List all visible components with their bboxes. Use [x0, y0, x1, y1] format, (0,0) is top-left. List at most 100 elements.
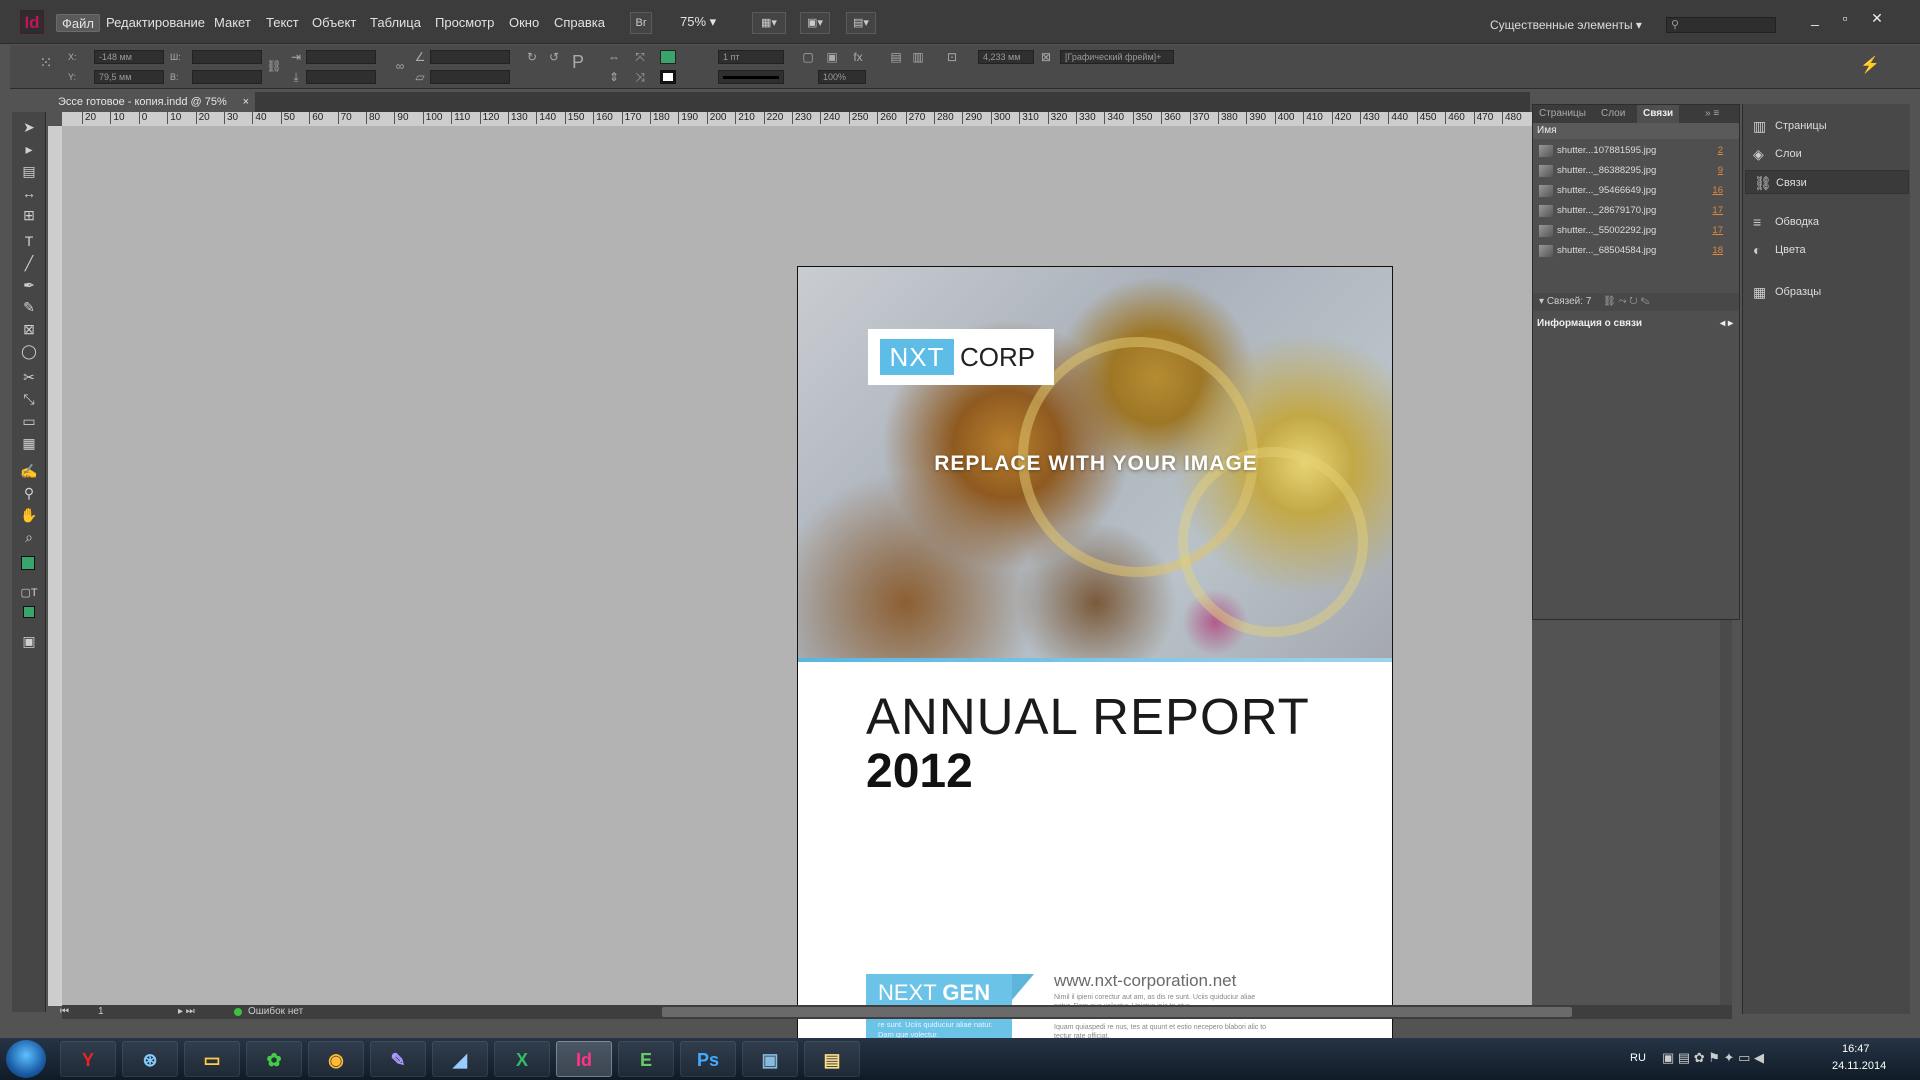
eyedropper-tool-icon[interactable]: ⚲ — [19, 484, 39, 502]
taskbar-app-6[interactable]: ✎ — [370, 1041, 426, 1077]
first-page-icon[interactable]: ⏮ — [60, 1006, 69, 1017]
dock-layers[interactable]: ◈ Слои — [1745, 142, 1909, 166]
link-row[interactable]: shutter..._55002292.jpg 17 — [1533, 221, 1729, 241]
workspace-switcher[interactable]: Существенные элементы ▾ — [1490, 18, 1642, 32]
minimize-button[interactable]: _ — [1800, 8, 1830, 28]
zoom-dropdown[interactable]: 75% ▾ — [680, 14, 716, 30]
dock-stroke[interactable]: ≡ Обводка — [1745, 210, 1909, 234]
scale-x-field[interactable] — [306, 50, 376, 64]
scissors-tool-icon[interactable]: ✂ — [19, 368, 39, 386]
link-info-nav-icon[interactable]: ◂ ▸ — [1720, 315, 1733, 333]
menu-file[interactable]: Файл — [56, 14, 100, 32]
tab-links[interactable]: Связи — [1637, 105, 1680, 123]
width-field[interactable] — [192, 50, 262, 64]
dock-swatches[interactable]: ▦ Образцы — [1745, 280, 1909, 304]
link-page[interactable]: 18 — [1712, 241, 1723, 261]
link-page[interactable]: 17 — [1712, 201, 1723, 221]
opacity-field[interactable]: 100% — [818, 70, 866, 84]
ellipse-tool-icon[interactable]: ◯ — [19, 342, 39, 360]
constrain-icon[interactable]: ⛓ — [266, 59, 282, 73]
link-page[interactable]: 16 — [1712, 181, 1723, 201]
menu-help[interactable]: Справка — [549, 14, 610, 32]
menu-table[interactable]: Таблица — [365, 14, 426, 32]
link-page[interactable]: 17 — [1712, 221, 1723, 241]
reference-point-icon[interactable]: ⁙ — [36, 56, 56, 77]
view-options-icon[interactable]: ▣▾ — [800, 12, 830, 34]
rotate-field[interactable] — [430, 50, 510, 64]
pencil-tool-icon[interactable]: ✎ — [19, 298, 39, 316]
lightning-icon[interactable]: ⚡ — [1860, 58, 1880, 74]
type-tool-icon[interactable]: T — [19, 232, 39, 250]
apply-color-icon[interactable] — [23, 606, 35, 618]
text-wrap-icon[interactable]: ▤ — [888, 50, 904, 64]
taskbar-evernote[interactable]: E — [618, 1041, 674, 1077]
document-tab[interactable]: Эссе готовое - копия.indd @ 75% × — [50, 92, 255, 112]
clock-date[interactable]: 24.11.2014 — [1832, 1060, 1886, 1072]
object-style-dropdown[interactable]: [Графический фрейм]+ — [1060, 50, 1174, 64]
dock-pages[interactable]: ▥ Страницы — [1745, 114, 1909, 138]
gradient-swatch-tool-icon[interactable]: ▭ — [19, 412, 39, 430]
close-tab-icon[interactable]: × — [243, 92, 249, 112]
free-transform-tool-icon[interactable]: ⤡ — [19, 390, 39, 408]
taskbar-app-2[interactable]: ⊛ — [122, 1041, 178, 1077]
taskbar-yandex[interactable]: Y — [60, 1041, 116, 1077]
taskbar-excel[interactable]: X — [494, 1041, 550, 1077]
fill-swatch[interactable] — [660, 50, 676, 64]
scale-y-field[interactable] — [306, 70, 376, 84]
links-name-header[interactable]: Имя — [1533, 123, 1739, 139]
link-actions-icon[interactable]: ⛓ ⤳ ↻ ✎ — [1603, 293, 1650, 311]
taskbar-photo-viewer[interactable]: ▣ — [742, 1041, 798, 1077]
page-tool-icon[interactable]: ▤ — [19, 162, 39, 180]
direct-selection-tool-icon[interactable]: ▸ — [19, 140, 39, 158]
stroke-swatch[interactable] — [660, 70, 676, 84]
menu-window[interactable]: Окно — [504, 14, 544, 32]
dock-links[interactable]: ⛓ Связи — [1745, 170, 1909, 194]
link-row[interactable]: shutter..._86388295.jpg 9 — [1533, 161, 1729, 181]
taskbar-icq[interactable]: ✿ — [246, 1041, 302, 1077]
rectangle-frame-tool-icon[interactable]: ⊠ — [19, 320, 39, 338]
shear-field[interactable] — [430, 70, 510, 84]
taskbar-folder[interactable]: ▤ — [804, 1041, 860, 1077]
gap-tool-icon[interactable]: ↔ — [19, 184, 39, 202]
pasteboard[interactable]: NXT CORP REPLACE WITH YOUR IMAGE ANNUAL … — [62, 126, 1532, 1080]
x-field[interactable]: -148 мм — [94, 50, 164, 64]
drop-shadow-icon[interactable]: ▣ — [824, 50, 840, 64]
fit-frame-icon[interactable]: ⊡ — [944, 50, 960, 64]
selection-tool-icon[interactable]: ➤ — [19, 118, 39, 136]
text-wrap-2-icon[interactable]: ▥ — [910, 50, 926, 64]
hero-image[interactable]: NXT CORP REPLACE WITH YOUR IMAGE — [798, 267, 1392, 662]
page-number[interactable]: 1 — [98, 1006, 104, 1017]
note-tool-icon[interactable]: ✍ — [19, 462, 39, 480]
flip-v-icon[interactable]: ⇕ — [606, 70, 622, 84]
fill-color-icon[interactable] — [21, 556, 35, 570]
taskbar-app-7[interactable]: ◢ — [432, 1041, 488, 1077]
document-page[interactable]: NXT CORP REPLACE WITH YOUR IMAGE ANNUAL … — [797, 266, 1393, 1080]
link-page[interactable]: 9 — [1718, 161, 1723, 181]
link-row[interactable]: shutter...107881595.jpg 2 — [1533, 141, 1729, 161]
effects-icon[interactable]: fx — [850, 50, 866, 64]
preflight-text[interactable]: Ошибок нет — [248, 1006, 303, 1017]
link-row[interactable]: shutter..._95466649.jpg 16 — [1533, 181, 1729, 201]
zoom-tool-icon[interactable]: ⌕ — [19, 528, 39, 546]
menu-view[interactable]: Просмотр — [430, 14, 499, 32]
clear-icon[interactable]: ⊠ — [1038, 50, 1054, 64]
horizontal-ruler[interactable]: 20 10 0 10 20 30 40 50 60 70 80 90 100 110 120 130 140 15… — [62, 112, 1532, 126]
pen-tool-icon[interactable]: ✒ — [19, 276, 39, 294]
scale-x-icon[interactable]: ⇥ — [288, 50, 304, 64]
stroke-type-dropdown[interactable] — [718, 70, 784, 84]
clock-time[interactable]: 16:47 — [1842, 1043, 1870, 1055]
y-field[interactable]: 79,5 мм — [94, 70, 164, 84]
tab-pages[interactable]: Страницы — [1533, 105, 1592, 123]
scroll-thumb[interactable] — [662, 1007, 1572, 1017]
height-field[interactable] — [192, 70, 262, 84]
select-content-icon[interactable]: ⤨ — [632, 70, 648, 84]
bridge-button[interactable]: Br — [630, 12, 652, 34]
screen-mode-icon[interactable]: ▦▾ — [752, 12, 786, 34]
rotate-ccw-icon[interactable]: ↺ — [546, 50, 562, 64]
dock-color[interactable]: ◐ Цвета — [1745, 238, 1909, 262]
rotate-cw-icon[interactable]: ↻ — [524, 50, 540, 64]
stroke-weight-field[interactable]: 1 пт — [718, 50, 784, 64]
ref-field[interactable]: 4,233 мм — [978, 50, 1034, 64]
menu-layout[interactable]: Макет — [209, 14, 256, 32]
hand-tool-icon[interactable]: ✋ — [19, 506, 39, 524]
